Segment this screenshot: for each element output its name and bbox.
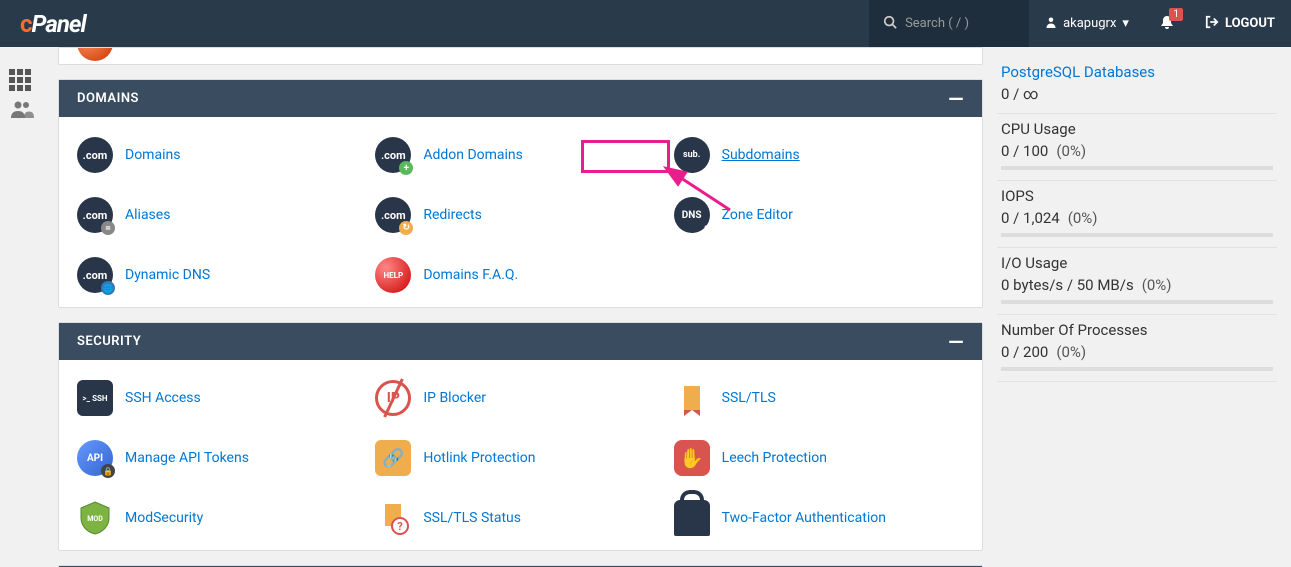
stat-io-usage: I/O Usage 0 bytes/s / 50 MB/s(0%) xyxy=(997,248,1277,315)
item-hotlink-protection[interactable]: 🔗 Hotlink Protection xyxy=(375,432,665,484)
item-api-tokens[interactable]: 🔒 Manage API Tokens xyxy=(77,432,367,484)
user-menu[interactable]: akapugrx ▾ xyxy=(1029,0,1145,47)
stat-title: I/O Usage xyxy=(1001,254,1273,272)
item-ssl-tls[interactable]: SSL/TLS xyxy=(674,372,964,424)
stat-link-postgresql[interactable]: PostgreSQL Databases xyxy=(1001,63,1155,81)
api-tokens-icon: 🔒 xyxy=(77,440,113,476)
users-view-icon[interactable] xyxy=(9,99,35,119)
stat-bar xyxy=(1001,300,1273,304)
grid-view-icon[interactable] xyxy=(9,69,35,89)
item-label: Redirects xyxy=(423,207,482,223)
main-content: DOMAINS — Domains + Addon Domains Subdom… xyxy=(58,47,983,567)
item-label: Addon Domains xyxy=(423,147,523,163)
item-domains-faq[interactable]: Domains F.A.Q. xyxy=(375,249,665,301)
item-aliases[interactable]: = Aliases xyxy=(77,189,367,241)
item-ssl-tls-status[interactable]: ? SSL/TLS Status xyxy=(375,492,665,544)
logout-icon xyxy=(1205,15,1219,33)
stat-value: 0 / 200(0%) xyxy=(1001,343,1273,361)
svg-text:?: ? xyxy=(398,520,404,533)
panel-domains: DOMAINS — Domains + Addon Domains Subdom… xyxy=(58,79,983,308)
item-addon-domains[interactable]: + Addon Domains xyxy=(375,129,665,181)
search-icon xyxy=(883,14,897,33)
ssh-icon xyxy=(77,380,113,416)
panel-security: SECURITY — SSH Access IP Blocker SSL/TLS… xyxy=(58,322,983,551)
panel-title: SECURITY xyxy=(77,334,141,349)
item-dynamic-dns[interactable]: 🌐 Dynamic DNS xyxy=(77,249,367,301)
redirects-icon: ↻ xyxy=(375,197,411,233)
stat-bar xyxy=(1001,367,1273,371)
item-label: SSL/TLS xyxy=(722,390,776,406)
addon-domains-icon: + xyxy=(375,137,411,173)
chevron-down-icon: ▾ xyxy=(1122,16,1129,31)
ip-blocker-icon xyxy=(375,380,411,416)
leech-icon: ✋ xyxy=(674,440,710,476)
panel-title: DOMAINS xyxy=(77,91,139,106)
two-factor-icon xyxy=(674,500,710,536)
item-label: IP Blocker xyxy=(423,390,486,406)
stat-bar xyxy=(1001,233,1273,237)
search-input[interactable] xyxy=(905,16,1005,31)
item-label: Hotlink Protection xyxy=(423,450,535,466)
cpanel-logo[interactable]: cPanel xyxy=(0,10,106,38)
item-label: Two-Factor Authentication xyxy=(722,510,886,526)
item-label: Leech Protection xyxy=(722,450,827,466)
left-sidebar xyxy=(0,47,44,129)
stat-value: 0 bytes/s / 50 MB/s(0%) xyxy=(1001,276,1273,294)
domains-icon xyxy=(77,137,113,173)
item-zone-editor[interactable]: ✎ Zone Editor xyxy=(674,189,964,241)
stat-value: 0 / 1,024(0%) xyxy=(1001,209,1273,227)
dynamic-dns-icon: 🌐 xyxy=(77,257,113,293)
item-ip-blocker[interactable]: IP Blocker xyxy=(375,372,665,424)
stat-title: CPU Usage xyxy=(1001,120,1273,138)
item-label: Dynamic DNS xyxy=(125,267,210,283)
stat-cpu: CPU Usage 0 / 100(0%) xyxy=(997,114,1277,181)
stats-sidebar: PostgreSQL Databases 0 / ∞ CPU Usage 0 /… xyxy=(997,47,1277,567)
username-label: akapugrx xyxy=(1063,16,1116,31)
logout-button[interactable]: LOGOUT xyxy=(1189,0,1291,47)
stat-iops: IOPS 0 / 1,024(0%) xyxy=(997,181,1277,248)
notifications-button[interactable]: 1 xyxy=(1145,0,1189,47)
item-redirects[interactable]: ↻ Redirects xyxy=(375,189,665,241)
item-label: Domains xyxy=(125,147,180,163)
stat-title: Number Of Processes xyxy=(1001,321,1273,339)
stat-value: 0 / ∞ xyxy=(1001,85,1273,103)
stat-value: 0 / 100(0%) xyxy=(1001,142,1273,160)
hotlink-icon: 🔗 xyxy=(375,440,411,476)
ssl-status-icon: ? xyxy=(375,500,411,536)
item-label: Zone Editor xyxy=(722,207,793,223)
logout-label: LOGOUT xyxy=(1225,16,1275,31)
item-label: Subdomains xyxy=(722,147,800,163)
domains-faq-icon xyxy=(375,257,411,293)
stat-bar xyxy=(1001,166,1273,170)
item-ssh-access[interactable]: SSH Access xyxy=(77,372,367,424)
zone-editor-icon: ✎ xyxy=(674,197,710,233)
item-label: SSH Access xyxy=(125,390,201,406)
search-box[interactable] xyxy=(869,0,1029,47)
item-subdomains[interactable]: Subdomains xyxy=(674,129,964,181)
stat-title: IOPS xyxy=(1001,187,1273,205)
modsecurity-icon: MOD xyxy=(77,500,113,536)
panel-header-domains[interactable]: DOMAINS — xyxy=(59,80,982,117)
item-domains[interactable]: Domains xyxy=(77,129,367,181)
ssl-tls-icon xyxy=(674,380,710,416)
item-modsecurity[interactable]: MOD ModSecurity xyxy=(77,492,367,544)
item-label: ModSecurity xyxy=(125,510,203,526)
item-label: Domains F.A.Q. xyxy=(423,267,518,283)
stub-icon xyxy=(77,47,113,61)
svg-text:MOD: MOD xyxy=(87,515,103,523)
top-header: cPanel akapugrx ▾ 1 LOGOUT xyxy=(0,0,1291,47)
item-label: SSL/TLS Status xyxy=(423,510,521,526)
item-label: Aliases xyxy=(125,207,170,223)
stat-processes: Number Of Processes 0 / 200(0%) xyxy=(997,315,1277,382)
aliases-icon: = xyxy=(77,197,113,233)
subdomains-icon xyxy=(674,137,710,173)
panel-header-security[interactable]: SECURITY — xyxy=(59,323,982,360)
item-label: Manage API Tokens xyxy=(125,450,249,466)
notif-count-badge: 1 xyxy=(1169,8,1183,21)
stat-postgresql: PostgreSQL Databases 0 / ∞ xyxy=(997,57,1277,114)
user-icon xyxy=(1045,16,1057,32)
panel-stub-top xyxy=(58,47,983,65)
item-leech-protection[interactable]: ✋ Leech Protection xyxy=(674,432,964,484)
item-two-factor-auth[interactable]: Two-Factor Authentication xyxy=(674,492,964,544)
